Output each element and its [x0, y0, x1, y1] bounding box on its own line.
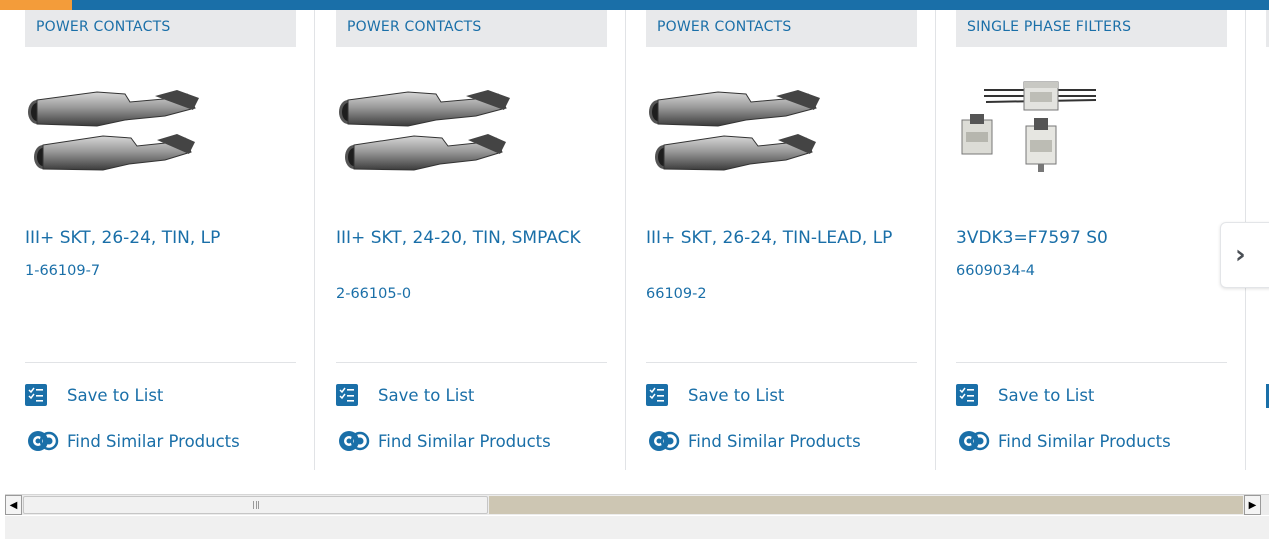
grip-icon — [252, 501, 259, 509]
product-card: SINGLE PHASE FILTERS 3VDK3=F7597 S0 6609… — [936, 10, 1246, 470]
find-similar-products-button[interactable]: Find Similar Products — [25, 428, 240, 454]
carousel-next-button[interactable]: › — [1220, 222, 1269, 288]
find-similar-products-label: Find Similar Products — [67, 431, 240, 451]
checklist-icon — [956, 384, 978, 406]
similar-gears-icon — [959, 431, 990, 451]
single-phase-filters-icon — [961, 81, 1097, 172]
scrollbar-thumb[interactable] — [23, 496, 488, 514]
card-divider — [25, 362, 296, 363]
scrollbar-track[interactable] — [489, 496, 1243, 514]
category-tag[interactable]: POWER CONTACTS — [25, 10, 296, 47]
save-to-list-label: Save to List — [378, 385, 475, 405]
similar-gears-icon — [28, 431, 59, 451]
save-to-list-button[interactable]: Save to List — [956, 384, 1094, 406]
save-to-list-label: Save to List — [688, 385, 785, 405]
card-divider — [336, 362, 607, 363]
product-name-link[interactable]: III+ SKT, 26-24, TIN, LP — [25, 228, 295, 249]
product-carousel: POWER CONTACTS III+ SKT, 26-24, TIN, LP … — [0, 10, 1269, 480]
find-similar-products-button[interactable]: Find Similar Products — [956, 428, 1171, 454]
part-number-link[interactable]: 1-66109-7 — [25, 262, 100, 280]
product-name-link[interactable]: 3VDK3=F7597 S0 — [956, 228, 1226, 249]
find-similar-products-button[interactable]: Find Similar Products — [646, 428, 861, 454]
product-name-link[interactable]: III+ SKT, 24-20, TIN, SMPACK — [336, 228, 606, 249]
category-tag[interactable]: SINGLE PHASE FILTERS — [956, 10, 1227, 47]
power-contact-pins-icon — [28, 90, 199, 171]
similar-gears-icon — [339, 431, 370, 451]
product-image[interactable] — [646, 72, 836, 192]
save-to-list-button[interactable]: Save to List — [336, 384, 474, 406]
product-image[interactable] — [25, 72, 215, 192]
page-viewport: POWER CONTACTS III+ SKT, 26-24, TIN, LP … — [0, 0, 1269, 539]
save-to-list-label: Save to List — [998, 385, 1095, 405]
save-to-list-button[interactable]: Save to List — [646, 384, 784, 406]
bottom-blank-area — [5, 516, 1269, 539]
chevron-right-icon: › — [1235, 240, 1246, 270]
horizontal-scrollbar[interactable]: ◀ ▶ — [5, 494, 1269, 515]
product-card: POWER CONTACTS — [316, 10, 626, 470]
triangle-left-icon: ◀ — [9, 499, 18, 511]
card-divider — [956, 362, 1227, 363]
category-tag[interactable]: POWER CONTACTS — [646, 10, 917, 47]
power-contact-pins-icon — [339, 90, 510, 171]
part-number-link[interactable]: 6609034-4 — [956, 262, 1035, 280]
product-image[interactable] — [956, 72, 1146, 192]
product-card: POWER CONTACTS — [5, 10, 315, 470]
product-image[interactable] — [336, 72, 526, 192]
checklist-icon — [336, 384, 358, 406]
checklist-icon — [25, 384, 47, 406]
scroll-left-arrow-button[interactable]: ◀ — [5, 495, 22, 515]
find-similar-products-label: Find Similar Products — [378, 431, 551, 451]
save-to-list-label: Save to List — [67, 385, 164, 405]
find-similar-products-label: Find Similar Products — [688, 431, 861, 451]
part-number-link[interactable]: 66109-2 — [646, 285, 707, 303]
checklist-icon — [646, 384, 668, 406]
find-similar-products-label: Find Similar Products — [998, 431, 1171, 451]
similar-gears-icon — [649, 431, 680, 451]
find-similar-products-button[interactable]: Find Similar Products — [336, 428, 551, 454]
top-accent-stripe — [0, 0, 72, 10]
product-card: POWER CONTACTS — [626, 10, 936, 470]
part-number-link[interactable]: 2-66105-0 — [336, 285, 411, 303]
triangle-right-icon: ▶ — [1248, 499, 1257, 511]
top-brand-bar — [0, 0, 1269, 10]
card-divider — [646, 362, 917, 363]
product-name-link[interactable]: III+ SKT, 26-24, TIN-LEAD, LP — [646, 228, 916, 249]
save-to-list-button[interactable]: Save to List — [25, 384, 163, 406]
scroll-right-arrow-button[interactable]: ▶ — [1244, 495, 1261, 515]
category-tag[interactable]: POWER CONTACTS — [336, 10, 607, 47]
power-contact-pins-icon — [649, 90, 820, 171]
